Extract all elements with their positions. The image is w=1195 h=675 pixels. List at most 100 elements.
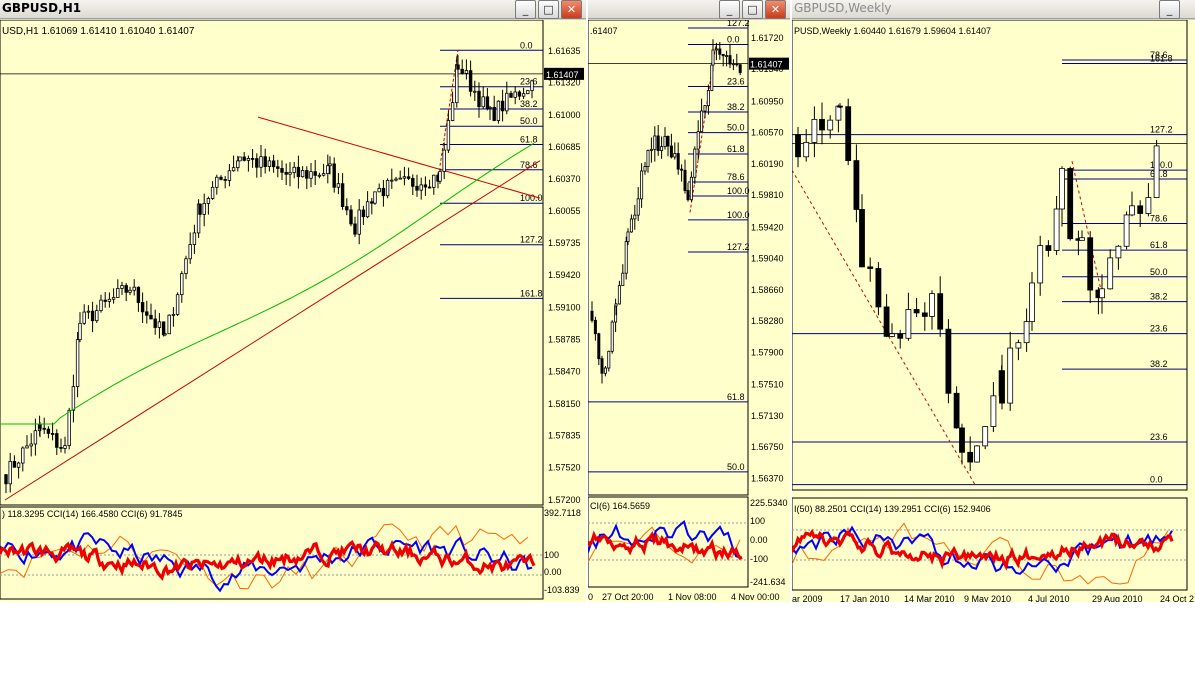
oscillator-tick-label: -100 xyxy=(750,554,768,564)
candle-body xyxy=(653,135,657,150)
candle-body xyxy=(305,170,309,179)
candle-body xyxy=(136,286,141,303)
candle-body xyxy=(107,298,112,302)
candle-body xyxy=(735,63,739,66)
y-tick-label: 1.59735 xyxy=(548,238,581,248)
candle-body xyxy=(59,447,63,449)
candle-body xyxy=(859,209,865,268)
candle-body xyxy=(163,333,167,336)
candle-body xyxy=(711,49,715,66)
candle-body xyxy=(819,118,825,131)
candle-body xyxy=(827,119,834,131)
y-tick-label: 1.58660 xyxy=(751,285,784,295)
fib-level-label: 61.8 xyxy=(727,392,745,402)
candle-body xyxy=(326,165,330,174)
title-bar[interactable]: GBPUSD,H1 _ □ ✕ xyxy=(0,0,586,19)
minimize-icon[interactable]: _ xyxy=(1159,0,1180,19)
candle-body xyxy=(381,187,386,197)
candle-body xyxy=(78,322,82,341)
candle-body xyxy=(666,135,670,147)
oscillator-legend: ) 118.3295 CCI(14) 166.4580 CCI(6) 91.78… xyxy=(2,509,182,519)
candle-body xyxy=(530,80,534,92)
candle-body xyxy=(640,170,644,200)
x-tick-label: 4 Jul 2010 xyxy=(1028,594,1070,602)
close-icon[interactable]: ✕ xyxy=(765,0,786,19)
current-price-label: 1.61407 xyxy=(750,60,783,70)
candle-body xyxy=(669,145,673,158)
candle-body xyxy=(468,70,473,92)
y-tick-label: 1.58470 xyxy=(548,366,581,376)
candle-body xyxy=(617,285,621,305)
candle-body xyxy=(250,158,255,160)
minimize-icon[interactable]: _ xyxy=(719,0,740,19)
y-tick-label: 1.57130 xyxy=(751,411,784,421)
candle-body xyxy=(696,131,700,150)
title-bar[interactable]: GBPUSD,Weekly _ xyxy=(792,0,1195,19)
candle-body xyxy=(345,206,349,211)
candle-body xyxy=(621,272,625,286)
x-tick-label: 24 Oct 2 xyxy=(1160,594,1194,602)
chart-middle[interactable]: .614071.617201.613401.609501.605701.6019… xyxy=(588,20,790,602)
candle-body xyxy=(361,209,366,218)
candle-body xyxy=(513,91,517,98)
minimize-icon[interactable]: _ xyxy=(515,0,536,19)
candle-body xyxy=(21,447,25,464)
y-tick-label: 1.59420 xyxy=(751,222,784,232)
chart-background xyxy=(792,20,1195,602)
candle-body xyxy=(29,443,33,447)
maximize-icon[interactable]: □ xyxy=(538,0,559,19)
chart-window-middle[interactable]: _ □ ✕ .614071.617201.613401.609501.60570… xyxy=(588,0,790,602)
candle-body xyxy=(411,178,415,187)
chart-window-h1[interactable]: GBPUSD,H1 _ □ ✕ USD,H1 1.61069 1.61410 1… xyxy=(0,0,586,602)
candle-body xyxy=(86,310,91,313)
candle-body xyxy=(175,294,180,315)
y-tick-label: 1.60370 xyxy=(548,174,581,184)
candle-body xyxy=(103,299,107,302)
title-bar[interactable]: _ □ ✕ xyxy=(588,0,790,19)
candle-body xyxy=(811,118,818,143)
y-tick-label: 1.58150 xyxy=(548,399,581,409)
candle-body xyxy=(171,313,176,316)
candle-body xyxy=(116,288,120,298)
chart-background xyxy=(588,20,790,602)
candle-body xyxy=(521,93,526,97)
chart-window-weekly[interactable]: GBPUSD,Weekly _ PUSD,Weekly 1.60440 1.61… xyxy=(792,0,1195,602)
candle-body xyxy=(71,386,76,411)
candle-body xyxy=(140,302,145,313)
candle-body xyxy=(42,427,46,430)
y-tick-label: 1.60570 xyxy=(751,128,784,138)
candle-body xyxy=(982,426,989,447)
candle-body xyxy=(921,312,928,317)
candle-body xyxy=(242,156,246,161)
maximize-icon[interactable]: □ xyxy=(742,0,763,19)
close-icon[interactable]: ✕ xyxy=(561,0,582,19)
x-tick-label: 0 xyxy=(588,592,593,602)
candle-body xyxy=(700,110,704,132)
candle-body xyxy=(1099,288,1105,299)
candle-body xyxy=(349,209,353,225)
candle-body xyxy=(210,186,215,199)
x-tick-label: 14 Mar 2010 xyxy=(904,594,955,602)
candle-body xyxy=(1015,342,1022,349)
candle-body xyxy=(296,166,301,178)
candle-body xyxy=(340,183,345,207)
symbol-info: .61407 xyxy=(590,26,618,36)
candle-body xyxy=(607,350,611,369)
candle-body xyxy=(1045,245,1052,251)
chart-h1[interactable]: USD,H1 1.61069 1.61410 1.61040 1.61407 1.… xyxy=(0,20,586,602)
candle-body xyxy=(111,297,116,300)
candle-body xyxy=(206,198,211,204)
candle-body xyxy=(803,142,810,158)
chart-weekly[interactable]: PUSD,Weekly 1.60440 1.61679 1.59604 1.61… xyxy=(792,20,1195,602)
candle-body xyxy=(492,106,496,121)
y-tick-label: 1.57900 xyxy=(751,347,784,357)
fib-level-label: 38.2 xyxy=(1150,292,1168,302)
candle-body xyxy=(959,427,965,453)
y-tick-label: 1.57520 xyxy=(548,463,581,473)
candle-body xyxy=(500,100,505,112)
oscillator-tick-label: 0.00 xyxy=(544,567,562,577)
candle-body xyxy=(505,92,509,112)
window-title: GBPUSD,H1 xyxy=(2,1,82,15)
candle-body xyxy=(676,153,680,170)
candle-body xyxy=(680,168,684,171)
